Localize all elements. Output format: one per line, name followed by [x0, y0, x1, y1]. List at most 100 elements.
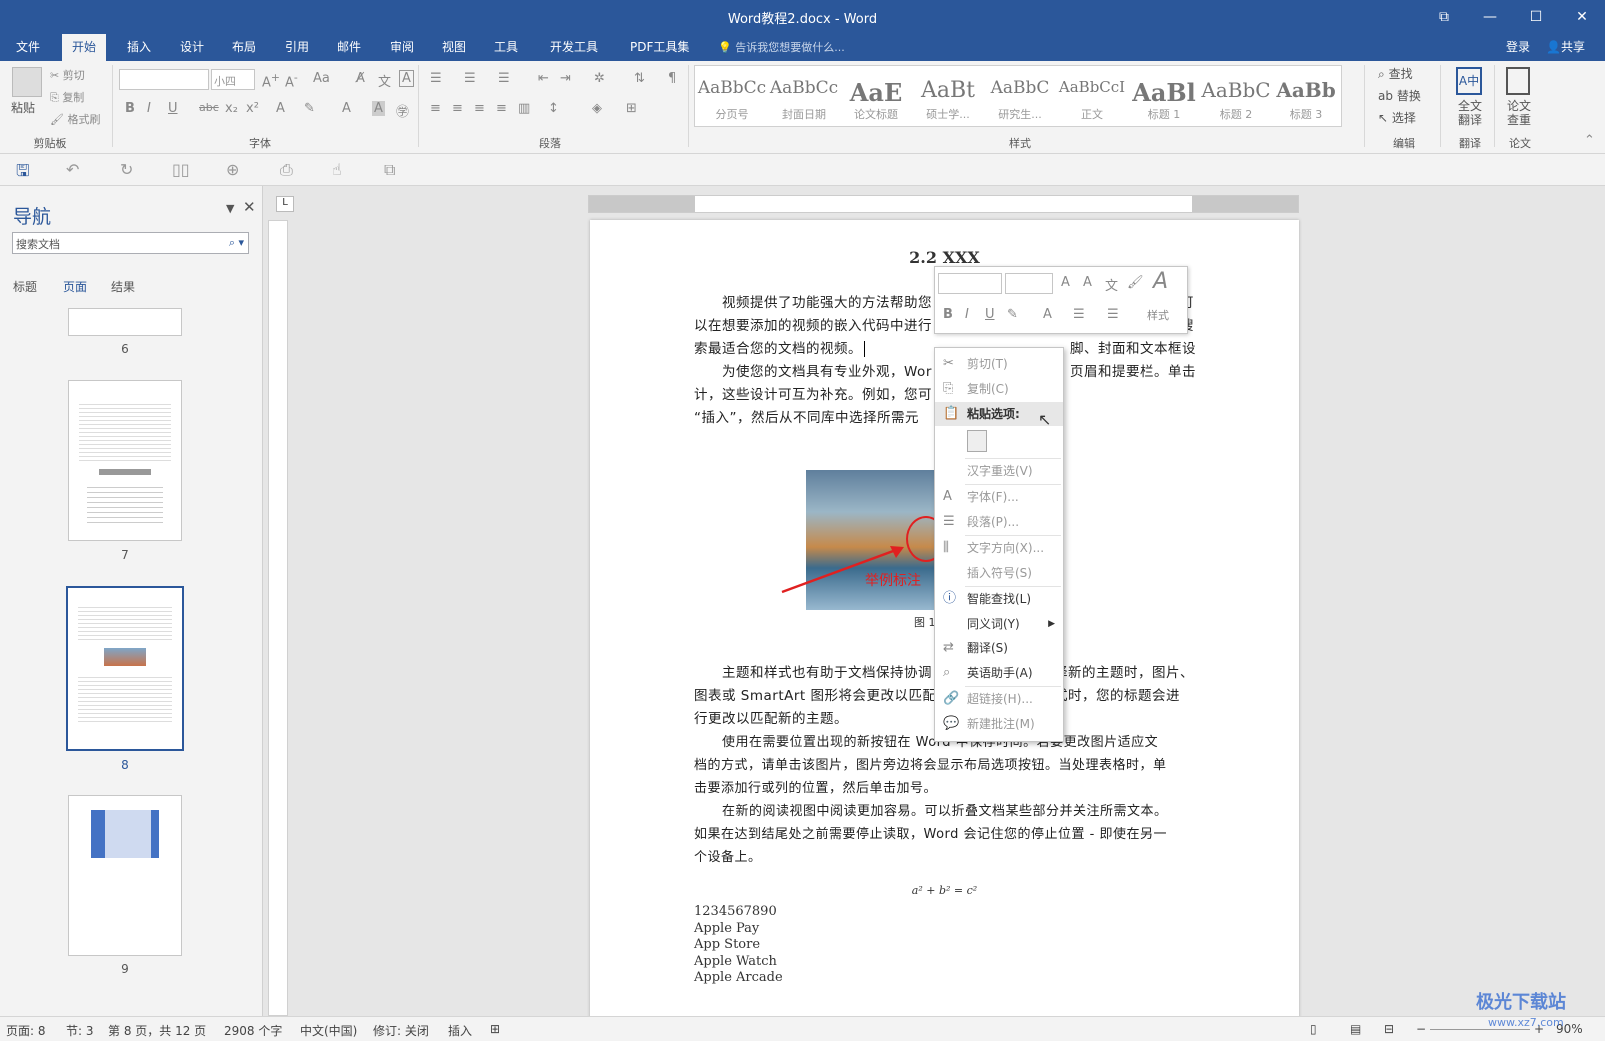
shrink-font-icon[interactable]: A-: [285, 71, 298, 90]
tab-selector[interactable]: L: [276, 196, 294, 212]
shading-icon[interactable]: ◈: [592, 101, 602, 116]
cut-button[interactable]: ✂ 剪切: [50, 67, 85, 83]
minimize-button[interactable]: —: [1470, 4, 1510, 30]
status-track-changes[interactable]: 修订: 关闭: [373, 1022, 429, 1039]
full-translate-button[interactable]: 全文翻译: [1454, 99, 1486, 127]
status-language[interactable]: 中文(中国): [300, 1022, 357, 1039]
status-section[interactable]: 节: 3: [66, 1022, 94, 1039]
highlight-icon[interactable]: ✎: [304, 101, 315, 116]
tab-layout[interactable]: 布局: [222, 34, 266, 61]
menu-item-reconvert[interactable]: 汉字重选(V): [935, 459, 1063, 483]
print-layout-icon[interactable]: ▤: [1350, 1022, 1361, 1036]
superscript-icon[interactable]: x²: [246, 101, 259, 116]
align-left-icon[interactable]: ≡: [430, 101, 441, 116]
style-item[interactable]: AaBt 硕士学...: [913, 72, 983, 128]
justify-icon[interactable]: ≡: [496, 101, 507, 116]
style-item[interactable]: AaBbC 标题 2: [1201, 72, 1271, 128]
bullets-icon[interactable]: ☰: [1073, 307, 1085, 322]
italic-icon[interactable]: I: [147, 101, 151, 116]
align-right-icon[interactable]: ≡: [474, 101, 485, 116]
decrease-indent-icon[interactable]: ⇤: [538, 71, 549, 86]
nav-search-input[interactable]: 搜索文档 ⌕ ▾: [12, 232, 249, 254]
tab-tools[interactable]: 工具: [484, 34, 528, 61]
menu-item-smart-lookup[interactable]: ⓘ 智能查找(L): [935, 587, 1063, 611]
show-marks-icon[interactable]: ¶: [668, 71, 676, 86]
menu-item-paragraph[interactable]: ☰ 段落(P)...: [935, 510, 1063, 534]
grow-font-icon[interactable]: A+: [262, 71, 280, 90]
format-painter-icon[interactable]: 🖌: [1127, 275, 1144, 290]
tab-review[interactable]: 审阅: [380, 34, 424, 61]
redo-icon[interactable]: ↻: [120, 160, 133, 179]
collapse-ribbon-icon[interactable]: ⌃: [1584, 133, 1595, 148]
distribute-icon[interactable]: ▥: [518, 101, 530, 116]
paste-keep-text-icon[interactable]: [967, 430, 987, 452]
read-mode-icon[interactable]: ▯▯: [172, 160, 190, 179]
zoom-out-icon[interactable]: −: [1416, 1022, 1426, 1036]
font-color-icon[interactable]: A: [342, 101, 351, 116]
touch-mode-icon[interactable]: ☝: [332, 160, 342, 179]
page-thumbnail-selected[interactable]: [66, 586, 184, 751]
web-layout-icon[interactable]: ⊕: [226, 160, 239, 179]
close-icon[interactable]: ✕: [243, 198, 256, 216]
ribbon-display-options-icon[interactable]: ⧉: [1424, 4, 1464, 30]
replace-button[interactable]: ab 替换: [1378, 87, 1421, 104]
align-center-icon[interactable]: ≡: [452, 101, 463, 116]
tab-developer[interactable]: 开发工具: [540, 34, 608, 61]
font-size-dropdown[interactable]: 小四: [211, 69, 255, 90]
thesis-check-button[interactable]: 论文查重: [1503, 99, 1535, 127]
italic-icon[interactable]: I: [965, 307, 969, 322]
tell-me-box[interactable]: 💡 告诉我您想要做什么...: [708, 34, 855, 61]
style-item[interactable]: AaBbC 研究生...: [985, 72, 1055, 128]
style-item[interactable]: AaBbCcI 正文: [1057, 72, 1127, 128]
menu-item-translate[interactable]: ⇄ 翻译(S): [935, 636, 1063, 660]
maximize-button[interactable]: ☐: [1516, 4, 1556, 30]
nav-tab-headings[interactable]: 标题: [13, 278, 37, 295]
subscript-icon[interactable]: x₂: [225, 101, 238, 116]
status-page-of[interactable]: 第 8 页，共 12 页: [108, 1022, 206, 1039]
style-item[interactable]: AaBbCc 分页号: [697, 72, 767, 128]
increase-indent-icon[interactable]: ⇥: [560, 71, 571, 86]
grow-font-icon[interactable]: A: [1061, 275, 1070, 290]
underline-icon[interactable]: U: [168, 101, 178, 116]
style-item[interactable]: AaE 论文标题: [841, 72, 911, 128]
line-spacing-icon[interactable]: ↕: [548, 101, 559, 116]
menu-item-text-direction[interactable]: ⫼ 文字方向(X)...: [935, 536, 1063, 560]
copy-button[interactable]: ⎘ 复制: [50, 89, 84, 105]
page-thumbnail[interactable]: [68, 795, 182, 956]
bullets-icon[interactable]: ☰: [430, 71, 442, 86]
tab-home[interactable]: 开始: [62, 34, 107, 61]
menu-item-copy[interactable]: ⎘ 复制(C): [935, 377, 1063, 401]
style-item[interactable]: AaBbCc 封面日期: [769, 72, 839, 128]
page-thumbnail[interactable]: [68, 308, 182, 336]
zoom-slider[interactable]: [1430, 1029, 1530, 1030]
phonetic-guide-icon[interactable]: 文: [378, 71, 391, 90]
tab-insert[interactable]: 插入: [117, 34, 161, 61]
menu-item-synonyms[interactable]: 同义词(Y) ▶: [935, 612, 1063, 636]
char-shading-icon[interactable]: A: [372, 101, 385, 116]
tab-view[interactable]: 视图: [432, 34, 476, 61]
menu-item-insert-symbol[interactable]: 插入符号(S): [935, 561, 1063, 585]
mini-size-dropdown[interactable]: [1005, 273, 1053, 294]
nav-options-icon[interactable]: ▼: [226, 202, 234, 215]
nav-tab-pages[interactable]: 页面: [63, 278, 87, 295]
menu-item-cut[interactable]: ✂ 剪切(T): [935, 352, 1063, 376]
phonetic-icon[interactable]: 文: [1105, 275, 1118, 294]
enclose-char-icon[interactable]: ㊫: [396, 101, 409, 120]
font-family-dropdown[interactable]: [119, 69, 209, 90]
paste-button[interactable]: 粘贴: [11, 99, 35, 116]
status-words[interactable]: 2908 个字: [224, 1022, 282, 1039]
save-icon[interactable]: 🖫: [16, 160, 30, 187]
page-thumbnail[interactable]: [68, 380, 182, 541]
tab-file[interactable]: 文件: [6, 34, 50, 61]
menu-item-new-comment[interactable]: 💬 新建批注(M): [935, 712, 1063, 736]
search-icon[interactable]: ⌕ ▾: [229, 236, 244, 250]
style-item[interactable]: AaBb 标题 3: [1271, 72, 1341, 128]
read-mode-icon[interactable]: ▯: [1310, 1022, 1317, 1036]
strikethrough-icon[interactable]: abc: [199, 101, 219, 114]
numbering-icon[interactable]: ☰: [1107, 307, 1119, 322]
underline-icon[interactable]: U: [985, 307, 995, 322]
select-button[interactable]: ↖ 选择: [1378, 109, 1416, 126]
char-border-icon[interactable]: A: [399, 70, 414, 87]
login-link[interactable]: 登录: [1496, 34, 1540, 61]
nav-tab-results[interactable]: 结果: [111, 278, 135, 295]
